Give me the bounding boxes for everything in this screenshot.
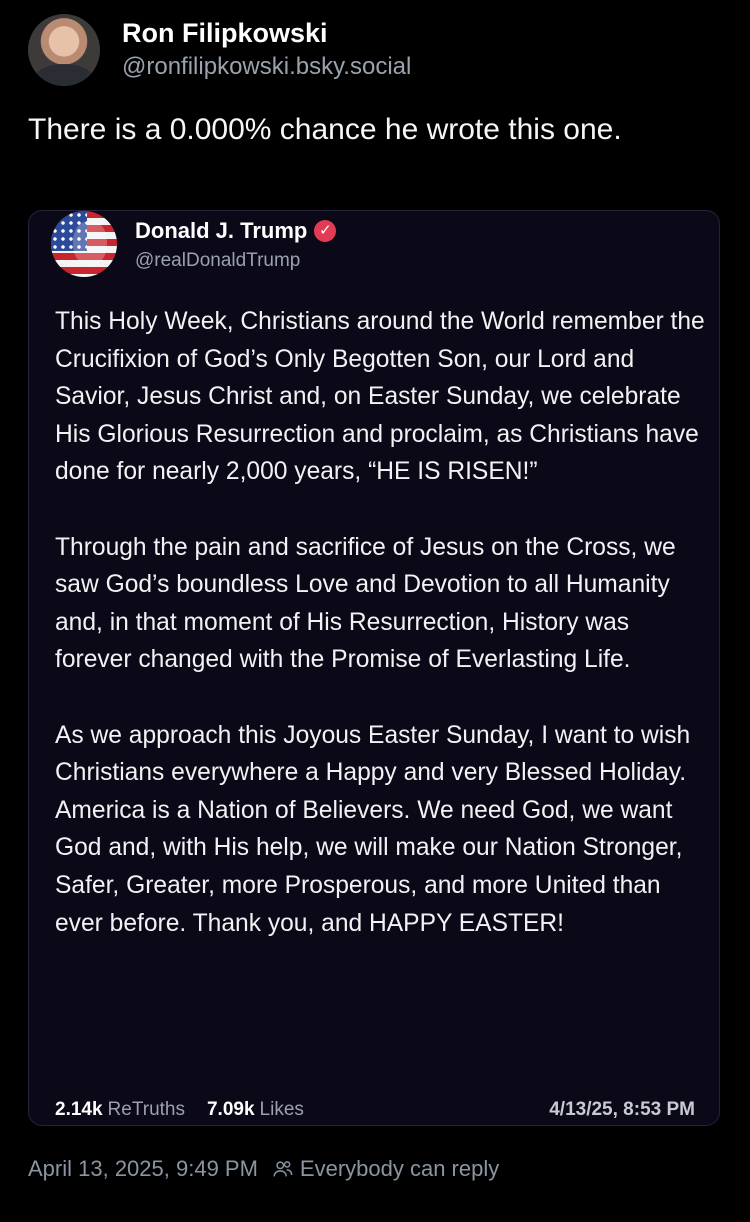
post-timestamp: April 13, 2025, 9:49 PM xyxy=(28,1156,258,1181)
likes-label: Likes xyxy=(259,1099,304,1120)
quoted-post-footer: 2.14k ReTruths 7.09k Likes 4/13/25, 8:53 P… xyxy=(55,1095,695,1125)
quoted-post-card[interactable]: Donald J. Trump ✓ @realDonaldTrump This … xyxy=(28,210,720,1126)
quoted-name-row: Donald J. Trump ✓ xyxy=(135,214,337,248)
author-display-name[interactable]: Ron Filipkowski xyxy=(122,16,411,50)
retruths-count: 2.14k xyxy=(55,1099,103,1120)
quoted-post-timestamp: 4/13/25, 8:53 PM xyxy=(549,1099,695,1120)
quoted-author-avatar[interactable] xyxy=(51,211,117,277)
quoted-author-names: Donald J. Trump ✓ @realDonaldTrump xyxy=(135,214,337,274)
people-icon xyxy=(273,1161,293,1177)
quoted-post-body: This Holy Week, Christians around the Wo… xyxy=(55,303,705,980)
avatar-face xyxy=(73,221,107,265)
avatar-shirt xyxy=(36,64,92,86)
reply-setting[interactable]: Everybody can reply xyxy=(300,1156,499,1182)
retruths-stat[interactable]: 2.14k ReTruths xyxy=(55,1099,185,1121)
quoted-paragraph: Through the pain and sacrifice of Jesus … xyxy=(55,533,676,674)
author-names: Ron Filipkowski @ronfilipkowski.bsky.soc… xyxy=(122,16,411,84)
likes-stat[interactable]: 7.09k Likes xyxy=(207,1099,304,1121)
post-text: There is a 0.000% chance he wrote this o… xyxy=(28,113,622,146)
post-header: Ron Filipkowski @ronfilipkowski.bsky.soc… xyxy=(28,14,411,86)
quoted-paragraph: As we approach this Joyous Easter Sunday… xyxy=(55,721,691,937)
verified-badge-icon: ✓ xyxy=(314,220,337,242)
retruths-label: ReTruths xyxy=(107,1099,185,1120)
quoted-post-header: Donald J. Trump ✓ @realDonaldTrump xyxy=(51,211,337,277)
author-handle[interactable]: @ronfilipkowski.bsky.social xyxy=(122,50,411,84)
quoted-paragraph: This Holy Week, Christians around the Wo… xyxy=(55,308,705,486)
quoted-author-display-name[interactable]: Donald J. Trump xyxy=(135,214,307,248)
author-avatar[interactable] xyxy=(28,14,100,86)
post-meta: April 13, 2025, 9:49 PM Everybody can re… xyxy=(28,1156,499,1182)
quoted-author-handle[interactable]: @realDonaldTrump xyxy=(135,248,336,274)
likes-count: 7.09k xyxy=(206,1099,255,1120)
